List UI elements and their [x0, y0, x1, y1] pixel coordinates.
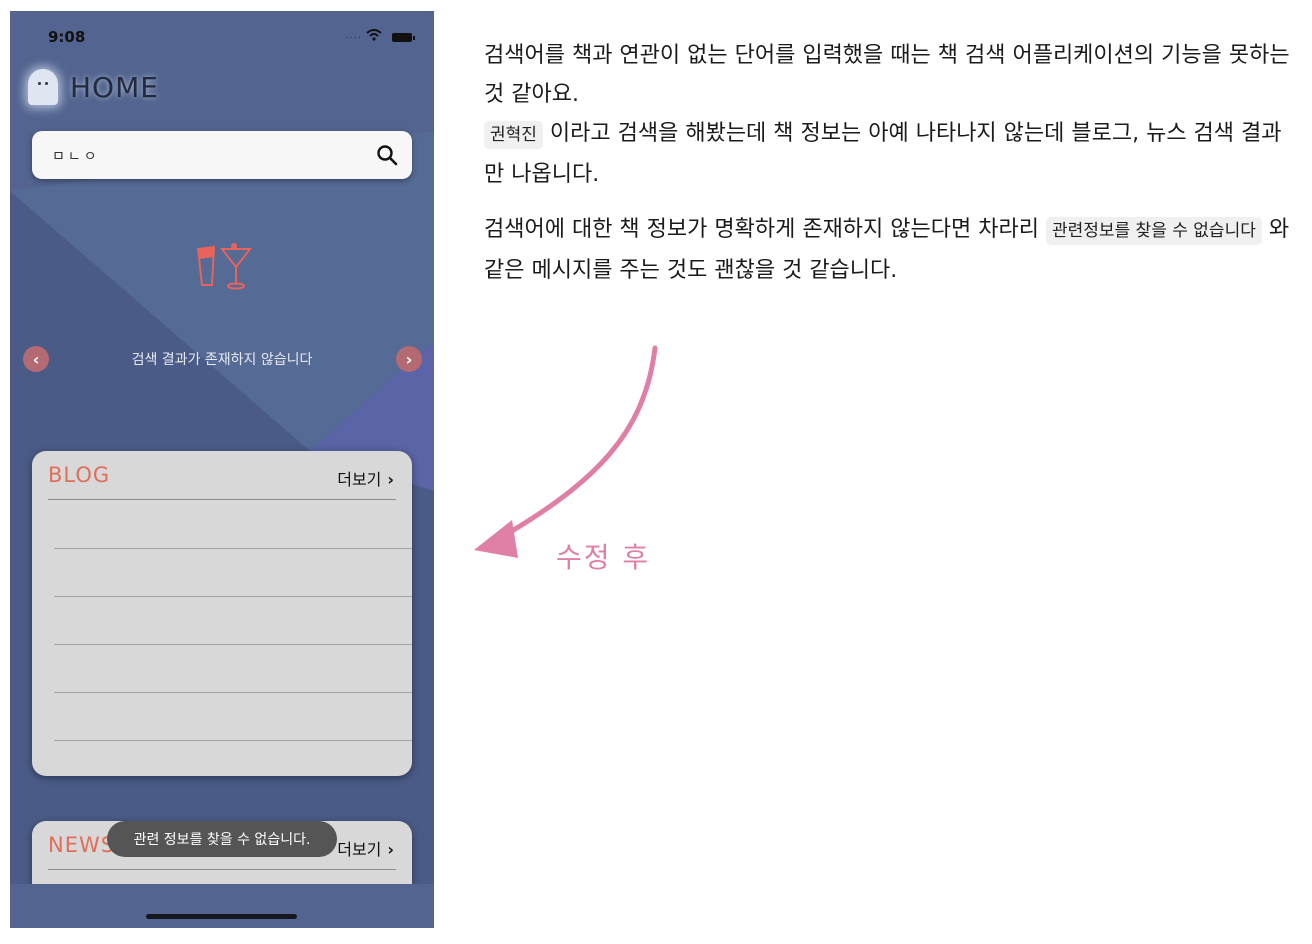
battery-icon — [392, 33, 415, 42]
divider — [48, 869, 396, 870]
search-field[interactable]: ㅁㄴㅇ — [32, 131, 412, 179]
comment-text: 이라고 검색을 해봤는데 책 정보는 아예 나타나지 않는데 블로그, 뉴스 검… — [484, 121, 1282, 187]
bottom-safe-area — [10, 884, 434, 928]
chevron-right-icon: › — [405, 349, 413, 369]
divider — [48, 499, 396, 500]
chevron-right-icon: › — [387, 470, 394, 489]
next-button[interactable]: › — [396, 346, 422, 372]
inline-code: 권혁진 — [484, 121, 543, 149]
list-item[interactable] — [54, 692, 412, 693]
search-input[interactable]: ㅁㄴㅇ — [52, 146, 100, 166]
page-title: HOME — [70, 70, 159, 104]
list-item[interactable] — [54, 740, 412, 741]
list-item[interactable] — [54, 644, 412, 645]
news-title: NEWS — [48, 833, 116, 857]
blog-card: BLOG 더보기 › — [32, 451, 412, 776]
blog-more-label: 더보기 — [337, 470, 382, 489]
search-icon[interactable] — [376, 144, 398, 166]
comment-paragraph: 검색어에 대한 책 정보가 명확하게 존재하지 않는다면 차라리 관련정보를 찾… — [484, 210, 1300, 290]
toast-message: 관련 정보를 찾을 수 없습니다. — [107, 821, 337, 857]
news-more-label: 더보기 — [337, 840, 382, 859]
review-comment: 검색어를 책과 연관이 없는 단어를 입력했을 때는 책 검색 어플리케이션의 … — [484, 36, 1300, 290]
signal-icon: ···· — [345, 33, 362, 44]
list-item[interactable] — [54, 596, 412, 597]
cocktail-icon — [196, 243, 253, 290]
blog-more-button[interactable]: 더보기 › — [337, 466, 394, 490]
chevron-right-icon: › — [387, 840, 394, 859]
comment-text: 검색어에 대한 책 정보가 명확하게 존재하지 않는다면 차라리 — [484, 217, 1046, 242]
comment-paragraph: 검색어를 책과 연관이 없는 단어를 입력했을 때는 책 검색 어플리케이션의 … — [484, 36, 1300, 194]
comment-text: 검색어를 책과 연관이 없는 단어를 입력했을 때는 책 검색 어플리케이션의 … — [484, 43, 1290, 107]
list-item[interactable] — [54, 548, 412, 549]
app-header: HOME — [28, 69, 159, 105]
chevron-left-icon: ‹ — [32, 349, 40, 369]
phone-screen: 9:08 ···· HOME ㅁㄴㅇ ‹ 검색 결과가 존재하지 않습니다 › … — [10, 11, 434, 928]
ghost-logo-icon — [28, 69, 58, 105]
status-bar: 9:08 ···· — [10, 11, 434, 61]
status-time: 9:08 — [48, 28, 86, 46]
wifi-icon — [366, 29, 382, 41]
news-more-button[interactable]: 더보기 › — [337, 836, 394, 860]
prev-button[interactable]: ‹ — [23, 346, 49, 372]
blog-title: BLOG — [48, 463, 111, 487]
empty-results-message: 검색 결과가 존재하지 않습니다 — [131, 352, 313, 368]
inline-code: 관련정보를 찾을 수 없습니다 — [1045, 217, 1262, 245]
annotation-label: 수정 후 — [556, 541, 651, 574]
home-indicator[interactable] — [146, 914, 297, 919]
